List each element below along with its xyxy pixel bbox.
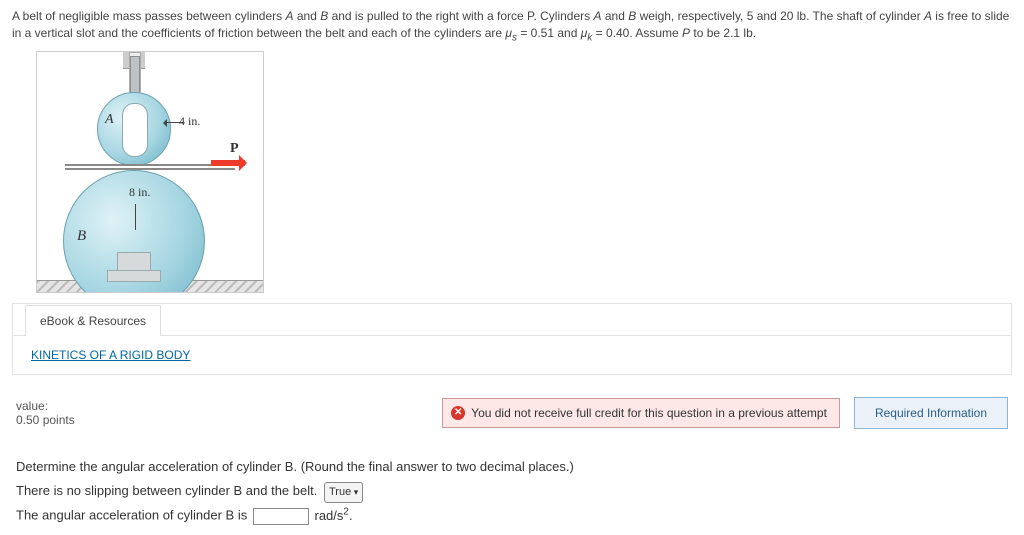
problem-diagram: A 4 in. P B 8 in. bbox=[36, 51, 264, 293]
answer-line-2: The angular acceleration of cylinder B i… bbox=[16, 503, 1008, 527]
belt-bottom bbox=[65, 168, 235, 170]
resource-link-kinetics[interactable]: KINETICS OF A RIGID BODY bbox=[31, 348, 190, 362]
error-icon: ✕ bbox=[451, 406, 465, 420]
value-block: value: 0.50 points bbox=[16, 399, 75, 427]
dimension-b: 8 in. bbox=[129, 185, 150, 200]
cylinder-a bbox=[97, 92, 171, 166]
pedestal-base bbox=[107, 270, 161, 282]
question-prompt: Determine the angular acceleration of cy… bbox=[16, 455, 1008, 478]
resources-body: KINETICS OF A RIGID BODY bbox=[13, 335, 1011, 374]
problem-text: A belt of negligible mass passes between… bbox=[12, 9, 1009, 40]
leader-b bbox=[135, 204, 136, 230]
value-label: value: bbox=[16, 399, 48, 413]
status-row: value: 0.50 points ✕ You did not receive… bbox=[16, 397, 1008, 429]
line2-pre: The angular acceleration of cylinder B i… bbox=[16, 508, 247, 523]
angular-acceleration-input[interactable] bbox=[253, 508, 309, 525]
dimension-a: 4 in. bbox=[179, 114, 200, 129]
required-information-button[interactable]: Required Information bbox=[854, 397, 1008, 429]
value-points: 0.50 points bbox=[16, 413, 75, 427]
pedestal bbox=[117, 252, 151, 272]
label-b: B bbox=[77, 228, 86, 245]
resources-panel: eBook & Resources KINETICS OF A RIGID BO… bbox=[12, 303, 1012, 375]
line2-post: rad/s2. bbox=[314, 508, 352, 523]
answer-line-1: There is no slipping between cylinder B … bbox=[16, 479, 1008, 504]
label-p: P bbox=[230, 141, 239, 157]
previous-attempt-alert: ✕ You did not receive full credit for th… bbox=[442, 398, 840, 428]
label-a: A bbox=[105, 112, 114, 128]
problem-statement: A belt of negligible mass passes between… bbox=[12, 8, 1012, 45]
resources-tab[interactable]: eBook & Resources bbox=[25, 305, 161, 336]
force-arrow-p bbox=[211, 160, 245, 166]
true-false-select[interactable]: True bbox=[324, 482, 363, 504]
belt-top bbox=[65, 164, 235, 166]
answer-section: Determine the angular acceleration of cy… bbox=[16, 455, 1008, 527]
alert-text: You did not receive full credit for this… bbox=[471, 406, 827, 420]
line1-text: There is no slipping between cylinder B … bbox=[16, 483, 317, 498]
